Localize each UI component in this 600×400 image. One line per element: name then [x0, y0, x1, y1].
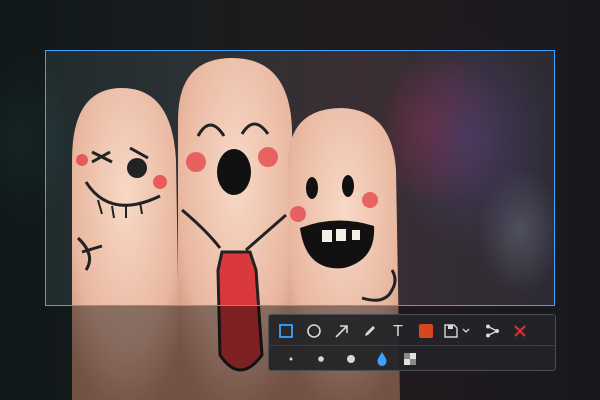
- text-icon: T: [393, 322, 403, 340]
- size-small-button[interactable]: [277, 346, 305, 372]
- arrow-tool-button[interactable]: [328, 318, 356, 344]
- pencil-icon: [365, 326, 375, 336]
- save-button[interactable]: [440, 318, 474, 344]
- toolbar-options-row: [269, 345, 555, 372]
- circle-icon: [307, 324, 321, 338]
- capture-selection-area[interactable]: [45, 50, 555, 306]
- size-medium-button[interactable]: [307, 346, 335, 372]
- close-icon: [514, 325, 526, 337]
- share-button[interactable]: [478, 318, 506, 344]
- large-dot-icon: [347, 355, 355, 363]
- small-dot-icon: [289, 357, 293, 361]
- toolbar-tools-row: T: [269, 318, 534, 344]
- mosaic-button[interactable]: [396, 346, 424, 372]
- share-icon: [486, 324, 499, 338]
- save-icon: [444, 324, 458, 338]
- medium-dot-icon: [318, 356, 324, 362]
- size-large-button[interactable]: [337, 346, 365, 372]
- color-picker-button[interactable]: [412, 318, 440, 344]
- annotation-toolbar: T: [268, 314, 556, 371]
- drop-icon: [377, 352, 387, 366]
- mosaic-icon: [404, 353, 416, 365]
- arrow-icon: [335, 325, 348, 338]
- fill-button[interactable]: [368, 346, 396, 372]
- rectangle-icon: [279, 324, 293, 338]
- dim-overlay-left: [0, 50, 45, 306]
- ellipse-tool-button[interactable]: [300, 318, 328, 344]
- chevron-down-icon[interactable]: [461, 326, 471, 336]
- dim-overlay-top: [0, 0, 600, 50]
- dim-overlay-right: [555, 50, 600, 306]
- pen-tool-button[interactable]: [356, 318, 384, 344]
- text-tool-button[interactable]: T: [384, 318, 412, 344]
- rectangle-tool-button[interactable]: [272, 318, 300, 344]
- color-swatch-icon: [419, 324, 433, 338]
- close-button[interactable]: [506, 318, 534, 344]
